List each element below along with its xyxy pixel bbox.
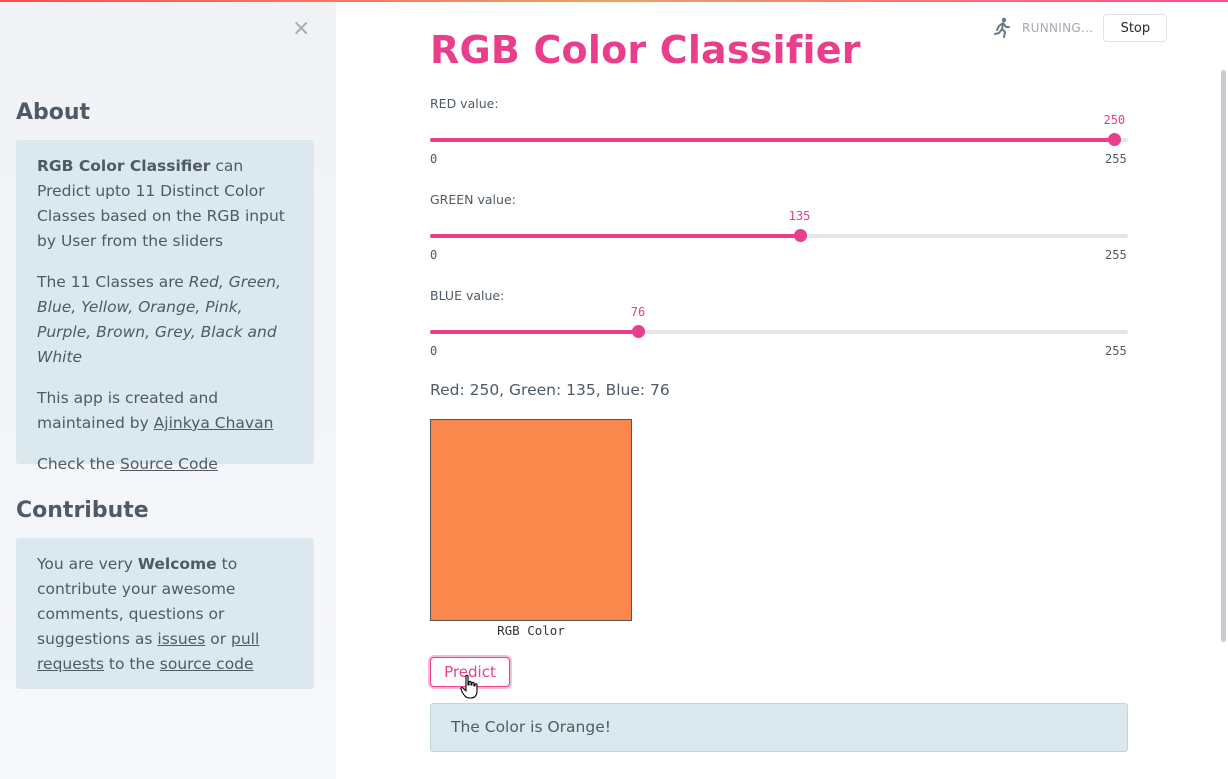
status-area: RUNNING... Stop [990, 14, 1168, 42]
prediction-result: The Color is Orange! [430, 703, 1128, 752]
contribute-t4: to the [104, 655, 160, 673]
red-slider-max: 255 [1105, 152, 1127, 166]
blue-slider-min: 0 [430, 344, 438, 358]
red-slider-min: 0 [430, 152, 438, 166]
red-slider-fill [430, 138, 1115, 142]
green-slider-min: 0 [430, 248, 438, 262]
contribute-t1: You are very [37, 555, 138, 573]
red-slider[interactable]: 250 [430, 113, 1128, 146]
scrollbar[interactable] [1221, 70, 1226, 642]
about-info-box: RGB Color Classifier can Predict upto 11… [16, 140, 314, 473]
contribute-t3: or [205, 630, 232, 648]
contribute-text: You are very Welcome to contribute your … [37, 552, 293, 677]
blue-slider[interactable]: 76 [430, 305, 1128, 338]
source-text: Check the Source Code [37, 452, 293, 477]
sidebar: × About RGB Color Classifier can Predict… [0, 2, 336, 779]
app-name: RGB Color Classifier [37, 157, 211, 175]
page-title: RGB Color Classifier [430, 28, 861, 72]
classes-text: The 11 Classes are Red, Green, Blue, Yel… [37, 270, 293, 370]
about-description: RGB Color Classifier can Predict upto 11… [37, 154, 293, 254]
rgb-summary-text: Red: 250, Green: 135, Blue: 76 [430, 381, 670, 399]
welcome-bold: Welcome [137, 555, 217, 573]
running-man-icon [994, 17, 1010, 38]
green-slider-thumb[interactable] [793, 229, 807, 242]
red-slider-thumb[interactable] [1108, 133, 1122, 146]
source-lead: Check the [37, 455, 120, 473]
contribute-source-link[interactable]: source code [160, 655, 254, 673]
blue-slider-fill [430, 330, 639, 334]
green-slider[interactable]: 135 [430, 209, 1128, 242]
close-sidebar-icon[interactable]: × [292, 18, 310, 40]
rgb-color-swatch [430, 419, 632, 621]
author-text: This app is created and maintained by Aj… [37, 386, 293, 436]
blue-slider-value: 76 [630, 305, 646, 319]
contribute-info-box: You are very Welcome to contribute your … [16, 538, 314, 689]
green-slider-value: 135 [788, 209, 811, 223]
stop-button[interactable]: Stop [1103, 14, 1168, 42]
blue-slider-label: BLUE value: [430, 288, 505, 303]
green-slider-max: 255 [1105, 248, 1127, 262]
red-slider-label: RED value: [430, 96, 499, 111]
blue-slider-max: 255 [1105, 344, 1127, 358]
running-status-text: RUNNING... [1022, 21, 1094, 35]
issues-link[interactable]: issues [157, 630, 205, 648]
about-heading: About [16, 100, 91, 125]
red-slider-value: 250 [1103, 113, 1126, 127]
green-slider-label: GREEN value: [430, 192, 516, 207]
author-link[interactable]: Ajinkya Chavan [154, 414, 274, 432]
green-slider-fill [430, 234, 800, 238]
swatch-caption: RGB Color [497, 623, 565, 638]
hand-cursor-icon [460, 674, 478, 699]
source-code-link[interactable]: Source Code [120, 455, 218, 473]
classes-lead: The 11 Classes are [37, 273, 189, 291]
blue-slider-thumb[interactable] [632, 325, 646, 338]
contribute-heading: Contribute [16, 498, 149, 523]
